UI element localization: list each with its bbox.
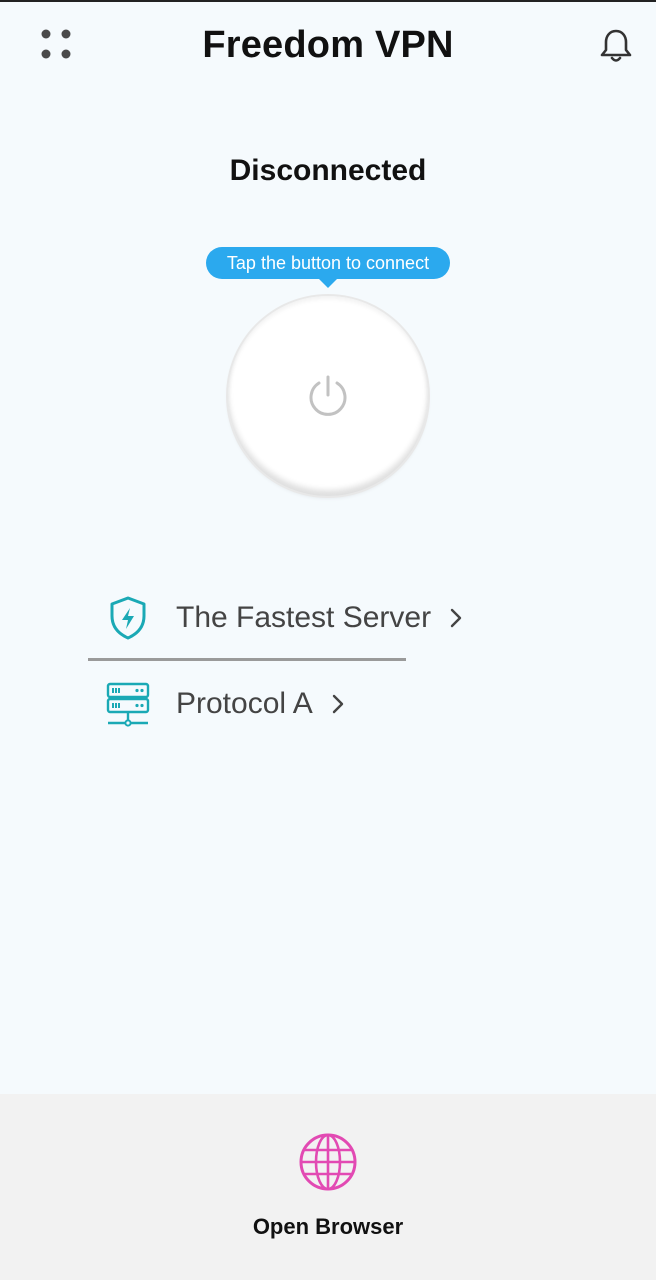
server-selector[interactable]: The Fastest Server [100, 588, 480, 648]
connect-tooltip: Tap the button to connect [206, 247, 450, 279]
connection-status: Disconnected [229, 154, 427, 187]
open-browser-button[interactable]: Open Browser [228, 1130, 428, 1250]
options-divider [88, 658, 406, 661]
bell-icon [600, 29, 632, 62]
protocol-label: Protocol A [176, 687, 313, 720]
app-header: Freedom VPN [0, 0, 656, 92]
open-browser-label: Open Browser [252, 1214, 404, 1239]
chevron-right-icon [331, 692, 351, 716]
notifications-button[interactable] [592, 22, 640, 70]
shield-bolt-icon [100, 590, 156, 646]
tooltip-pointer [318, 278, 338, 288]
server-label: The Fastest Server [176, 601, 432, 634]
server-rack-icon [100, 676, 156, 732]
protocol-selector[interactable]: Protocol A [100, 674, 370, 734]
globe-icon [296, 1130, 360, 1194]
app-title: Freedom VPN [202, 24, 454, 66]
connect-power-button[interactable] [228, 296, 428, 496]
power-icon [309, 375, 347, 416]
chevron-right-icon [449, 606, 469, 630]
